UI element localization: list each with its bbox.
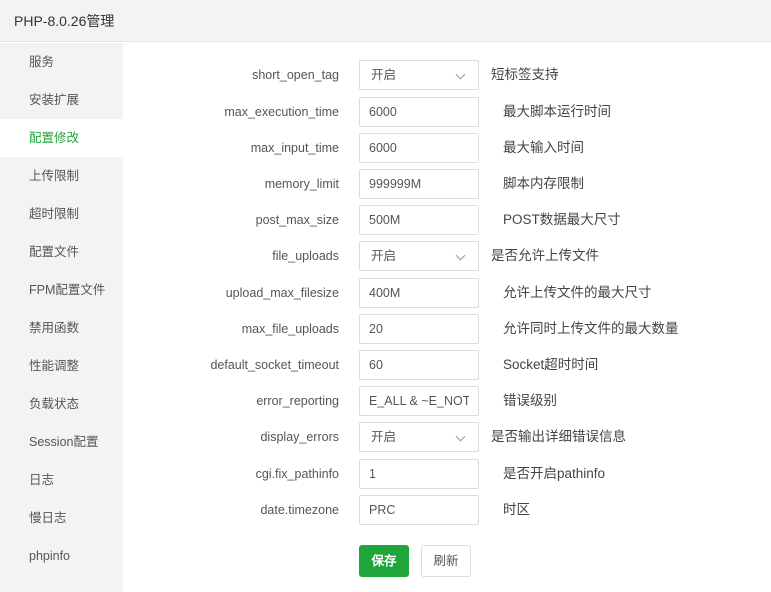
display-errors-label: display_errors (260, 430, 339, 444)
form-row-max-file-uploads: max_file_uploads 允许同时上传文件的最大数量 (123, 314, 771, 344)
sidebar: 服务 安装扩展 配置修改 上传限制 超时限制 配置文件 FPM配置文件 禁用函数… (0, 43, 123, 592)
date-timezone-desc: 时区 (503, 502, 530, 517)
post-max-size-desc: POST数据最大尺寸 (503, 212, 621, 227)
post-max-size-input[interactable] (359, 205, 479, 235)
form-row-max-input-time: max_input_time 最大输入时间 (123, 133, 771, 163)
sidebar-item-upload-limit[interactable]: 上传限制 (0, 157, 123, 195)
short-open-tag-label: short_open_tag (252, 68, 339, 82)
form-row-post-max-size: post_max_size POST数据最大尺寸 (123, 205, 771, 235)
cgi-fix-pathinfo-input[interactable] (359, 459, 479, 489)
sidebar-item-config-file[interactable]: 配置文件 (0, 233, 123, 271)
file-uploads-select[interactable]: 开启 (359, 241, 479, 271)
config-form: short_open_tag 开启 短标签支持 max_execution_ti… (123, 43, 771, 592)
sidebar-item-phpinfo[interactable]: phpinfo (0, 537, 123, 575)
memory-limit-input[interactable] (359, 169, 479, 199)
form-row-short-open-tag: short_open_tag 开启 短标签支持 (123, 60, 771, 90)
error-reporting-desc: 错误级别 (503, 393, 557, 408)
form-row-cgi-fix-pathinfo: cgi.fix_pathinfo 是否开启pathinfo (123, 459, 771, 489)
sidebar-item-performance-tuning[interactable]: 性能调整 (0, 347, 123, 385)
form-row-file-uploads: file_uploads 开启 是否允许上传文件 (123, 241, 771, 271)
upload-max-filesize-label: upload_max_filesize (225, 286, 339, 300)
default-socket-timeout-input[interactable] (359, 350, 479, 380)
date-timezone-label: date.timezone (260, 503, 339, 517)
short-open-tag-select-value: 开启 (371, 68, 397, 82)
max-input-time-label: max_input_time (250, 141, 339, 155)
memory-limit-desc: 脚本内存限制 (503, 176, 584, 191)
max-file-uploads-desc: 允许同时上传文件的最大数量 (503, 321, 679, 336)
default-socket-timeout-desc: Socket超时时间 (503, 357, 599, 372)
chevron-down-icon (455, 69, 466, 80)
max-execution-time-label: max_execution_time (224, 105, 339, 119)
date-timezone-input[interactable] (359, 495, 479, 525)
error-reporting-input[interactable] (359, 386, 479, 416)
save-button[interactable]: 保存 (359, 545, 409, 577)
sidebar-item-slow-log[interactable]: 慢日志 (0, 499, 123, 537)
default-socket-timeout-label: default_socket_timeout (210, 358, 339, 372)
chevron-down-icon (455, 250, 466, 261)
form-row-display-errors: display_errors 开启 是否输出详细错误信息 (123, 422, 771, 452)
chevron-down-icon (455, 431, 466, 442)
upload-max-filesize-desc: 允许上传文件的最大尺寸 (503, 285, 652, 300)
post-max-size-label: post_max_size (255, 213, 339, 227)
sidebar-item-fpm-config-file[interactable]: FPM配置文件 (0, 271, 123, 309)
display-errors-select-value: 开启 (371, 430, 397, 444)
cgi-fix-pathinfo-label: cgi.fix_pathinfo (255, 467, 339, 481)
max-input-time-input[interactable] (359, 133, 479, 163)
form-row-max-execution-time: max_execution_time 最大脚本运行时间 (123, 97, 771, 127)
upload-max-filesize-input[interactable] (359, 278, 479, 308)
cgi-fix-pathinfo-desc: 是否开启pathinfo (503, 466, 606, 481)
max-execution-time-input[interactable] (359, 97, 479, 127)
form-row-upload-max-filesize: upload_max_filesize 允许上传文件的最大尺寸 (123, 278, 771, 308)
sidebar-item-session-config[interactable]: Session配置 (0, 423, 123, 461)
short-open-tag-desc: 短标签支持 (491, 67, 559, 82)
file-uploads-select-value: 开启 (371, 249, 397, 263)
window-title: PHP-8.0.26管理 (0, 0, 771, 42)
sidebar-item-load-status[interactable]: 负载状态 (0, 385, 123, 423)
max-file-uploads-input[interactable] (359, 314, 479, 344)
sidebar-item-timeout-limit[interactable]: 超时限制 (0, 195, 123, 233)
memory-limit-label: memory_limit (264, 177, 339, 191)
file-uploads-desc: 是否允许上传文件 (491, 248, 599, 263)
sidebar-item-config-edit[interactable]: 配置修改 (0, 119, 123, 157)
sidebar-item-disabled-functions[interactable]: 禁用函数 (0, 309, 123, 347)
max-execution-time-desc: 最大脚本运行时间 (503, 104, 611, 119)
form-row-error-reporting: error_reporting 错误级别 (123, 386, 771, 416)
form-row-date-timezone: date.timezone 时区 (123, 495, 771, 525)
max-input-time-desc: 最大输入时间 (503, 140, 584, 155)
file-uploads-label: file_uploads (272, 249, 339, 263)
display-errors-select[interactable]: 开启 (359, 422, 479, 452)
display-errors-desc: 是否输出详细错误信息 (491, 429, 626, 444)
sidebar-item-log[interactable]: 日志 (0, 461, 123, 499)
form-row-default-socket-timeout: default_socket_timeout Socket超时时间 (123, 350, 771, 380)
php-manager-window: PHP-8.0.26管理 服务 安装扩展 配置修改 上传限制 超时限制 配置文件… (0, 0, 771, 592)
sidebar-item-service[interactable]: 服务 (0, 43, 123, 81)
refresh-button[interactable]: 刷新 (421, 545, 471, 577)
max-file-uploads-label: max_file_uploads (241, 322, 339, 336)
sidebar-item-install-extension[interactable]: 安装扩展 (0, 81, 123, 119)
error-reporting-label: error_reporting (256, 394, 339, 408)
form-row-memory-limit: memory_limit 脚本内存限制 (123, 169, 771, 199)
short-open-tag-select[interactable]: 开启 (359, 60, 479, 90)
